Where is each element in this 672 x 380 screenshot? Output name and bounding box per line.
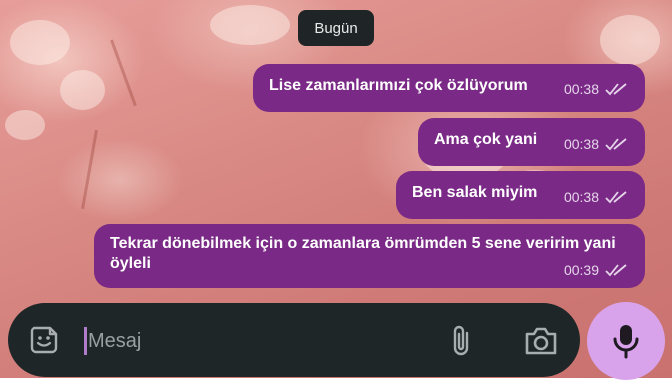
- message-text: Ben salak miyim: [412, 184, 538, 201]
- message-bubble[interactable]: Lise zamanlarımızi çok özlüyorum 00:38: [253, 64, 645, 112]
- message-time: 00:39: [563, 262, 599, 278]
- message-text: Tekrar dönebilmek için o zamanlara ömrüm…: [110, 235, 616, 272]
- double-check-icon: [605, 191, 627, 204]
- message-composer: [8, 303, 580, 377]
- message-text: Ama çok yani: [434, 131, 538, 148]
- message-bubble[interactable]: Ama çok yani 00:38: [418, 118, 645, 166]
- message-input[interactable]: [86, 322, 390, 360]
- message-text: Lise zamanlarımızi çok özlüyorum: [269, 77, 528, 94]
- paperclip-icon[interactable]: [448, 324, 474, 358]
- date-label: Bugün: [314, 19, 358, 37]
- message-bubble[interactable]: Ben salak miyim 00:38: [396, 171, 645, 219]
- date-separator: Bugün: [298, 10, 374, 46]
- sticker-smile-icon[interactable]: [28, 324, 60, 356]
- double-check-icon: [605, 264, 627, 277]
- camera-icon[interactable]: [524, 326, 558, 356]
- message-time: 00:38: [563, 136, 599, 152]
- message-meta: 00:38: [564, 189, 631, 205]
- double-check-icon: [605, 83, 627, 96]
- voice-record-button[interactable]: [587, 302, 665, 380]
- message-time: 00:38: [563, 81, 599, 97]
- double-check-icon: [605, 138, 627, 151]
- message-meta: 00:38: [564, 81, 631, 97]
- microphone-icon: [613, 325, 639, 359]
- message-meta: 00:39: [564, 262, 631, 278]
- message-time: 00:38: [563, 189, 599, 205]
- message-bubble[interactable]: Tekrar dönebilmek için o zamanlara ömrüm…: [94, 224, 645, 288]
- message-meta: 00:38: [564, 136, 631, 152]
